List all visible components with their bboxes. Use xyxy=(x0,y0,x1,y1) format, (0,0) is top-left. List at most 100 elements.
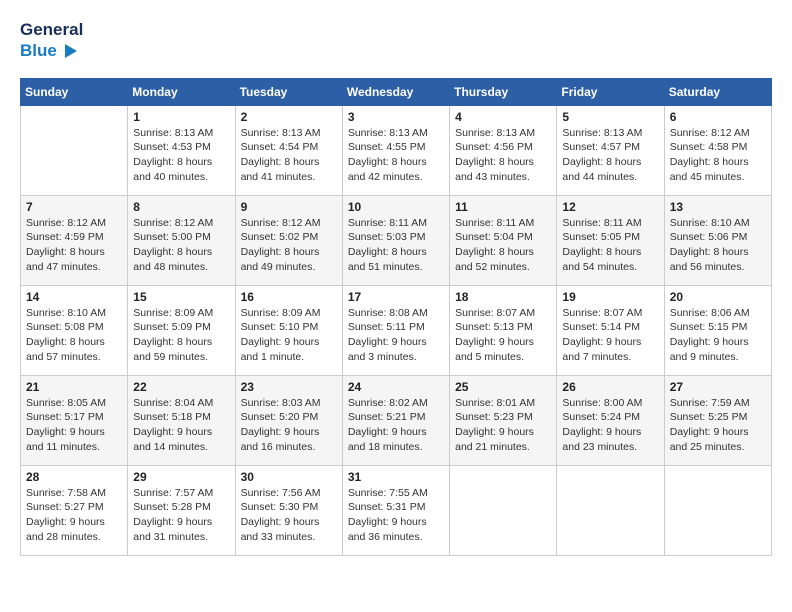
day-info: Sunrise: 8:09 AMSunset: 5:10 PMDaylight:… xyxy=(241,306,337,365)
logo-arrow-icon xyxy=(59,40,81,62)
day-number: 9 xyxy=(241,200,337,214)
calendar-cell: 15 Sunrise: 8:09 AMSunset: 5:09 PMDaylig… xyxy=(128,285,235,375)
calendar-cell: 24 Sunrise: 8:02 AMSunset: 5:21 PMDaylig… xyxy=(342,375,449,465)
day-info: Sunrise: 8:12 AMSunset: 5:02 PMDaylight:… xyxy=(241,216,337,275)
calendar-cell: 19 Sunrise: 8:07 AMSunset: 5:14 PMDaylig… xyxy=(557,285,664,375)
calendar-cell: 1 Sunrise: 8:13 AMSunset: 4:53 PMDayligh… xyxy=(128,105,235,195)
calendar-cell: 18 Sunrise: 8:07 AMSunset: 5:13 PMDaylig… xyxy=(450,285,557,375)
calendar-cell: 3 Sunrise: 8:13 AMSunset: 4:55 PMDayligh… xyxy=(342,105,449,195)
day-number: 6 xyxy=(670,110,766,124)
day-info: Sunrise: 8:00 AMSunset: 5:24 PMDaylight:… xyxy=(562,396,658,455)
day-number: 10 xyxy=(348,200,444,214)
day-info: Sunrise: 8:08 AMSunset: 5:11 PMDaylight:… xyxy=(348,306,444,365)
day-number: 11 xyxy=(455,200,551,214)
day-info: Sunrise: 8:09 AMSunset: 5:09 PMDaylight:… xyxy=(133,306,229,365)
weekday-header-sunday: Sunday xyxy=(21,78,128,105)
calendar-cell: 6 Sunrise: 8:12 AMSunset: 4:58 PMDayligh… xyxy=(664,105,771,195)
calendar-cell: 23 Sunrise: 8:03 AMSunset: 5:20 PMDaylig… xyxy=(235,375,342,465)
weekday-header-wednesday: Wednesday xyxy=(342,78,449,105)
logo: General Blue xyxy=(20,20,83,62)
day-info: Sunrise: 8:13 AMSunset: 4:56 PMDaylight:… xyxy=(455,126,551,185)
day-number: 18 xyxy=(455,290,551,304)
calendar-cell: 9 Sunrise: 8:12 AMSunset: 5:02 PMDayligh… xyxy=(235,195,342,285)
day-number: 5 xyxy=(562,110,658,124)
day-info: Sunrise: 8:02 AMSunset: 5:21 PMDaylight:… xyxy=(348,396,444,455)
day-info: Sunrise: 8:10 AMSunset: 5:08 PMDaylight:… xyxy=(26,306,122,365)
day-number: 29 xyxy=(133,470,229,484)
weekday-header-thursday: Thursday xyxy=(450,78,557,105)
day-number: 17 xyxy=(348,290,444,304)
day-info: Sunrise: 7:59 AMSunset: 5:25 PMDaylight:… xyxy=(670,396,766,455)
calendar-cell xyxy=(664,465,771,555)
calendar-cell: 26 Sunrise: 8:00 AMSunset: 5:24 PMDaylig… xyxy=(557,375,664,465)
day-info: Sunrise: 8:13 AMSunset: 4:55 PMDaylight:… xyxy=(348,126,444,185)
day-info: Sunrise: 8:13 AMSunset: 4:53 PMDaylight:… xyxy=(133,126,229,185)
day-info: Sunrise: 8:12 AMSunset: 4:58 PMDaylight:… xyxy=(670,126,766,185)
day-info: Sunrise: 8:11 AMSunset: 5:03 PMDaylight:… xyxy=(348,216,444,275)
calendar-cell: 25 Sunrise: 8:01 AMSunset: 5:23 PMDaylig… xyxy=(450,375,557,465)
day-number: 14 xyxy=(26,290,122,304)
day-number: 20 xyxy=(670,290,766,304)
calendar-cell: 28 Sunrise: 7:58 AMSunset: 5:27 PMDaylig… xyxy=(21,465,128,555)
day-number: 1 xyxy=(133,110,229,124)
day-info: Sunrise: 7:56 AMSunset: 5:30 PMDaylight:… xyxy=(241,486,337,545)
calendar-cell: 21 Sunrise: 8:05 AMSunset: 5:17 PMDaylig… xyxy=(21,375,128,465)
day-info: Sunrise: 8:04 AMSunset: 5:18 PMDaylight:… xyxy=(133,396,229,455)
day-number: 30 xyxy=(241,470,337,484)
day-number: 8 xyxy=(133,200,229,214)
calendar-cell: 22 Sunrise: 8:04 AMSunset: 5:18 PMDaylig… xyxy=(128,375,235,465)
day-number: 23 xyxy=(241,380,337,394)
calendar-cell: 27 Sunrise: 7:59 AMSunset: 5:25 PMDaylig… xyxy=(664,375,771,465)
logo-text: General Blue xyxy=(20,20,83,62)
weekday-header-monday: Monday xyxy=(128,78,235,105)
day-number: 22 xyxy=(133,380,229,394)
day-number: 24 xyxy=(348,380,444,394)
calendar-cell: 8 Sunrise: 8:12 AMSunset: 5:00 PMDayligh… xyxy=(128,195,235,285)
day-number: 19 xyxy=(562,290,658,304)
calendar-cell: 4 Sunrise: 8:13 AMSunset: 4:56 PMDayligh… xyxy=(450,105,557,195)
calendar-cell: 30 Sunrise: 7:56 AMSunset: 5:30 PMDaylig… xyxy=(235,465,342,555)
logo-line1: General xyxy=(20,20,83,40)
day-info: Sunrise: 8:07 AMSunset: 5:14 PMDaylight:… xyxy=(562,306,658,365)
calendar-cell: 5 Sunrise: 8:13 AMSunset: 4:57 PMDayligh… xyxy=(557,105,664,195)
calendar-cell: 13 Sunrise: 8:10 AMSunset: 5:06 PMDaylig… xyxy=(664,195,771,285)
day-info: Sunrise: 8:10 AMSunset: 5:06 PMDaylight:… xyxy=(670,216,766,275)
calendar-cell: 7 Sunrise: 8:12 AMSunset: 4:59 PMDayligh… xyxy=(21,195,128,285)
day-info: Sunrise: 8:11 AMSunset: 5:05 PMDaylight:… xyxy=(562,216,658,275)
day-info: Sunrise: 8:12 AMSunset: 5:00 PMDaylight:… xyxy=(133,216,229,275)
day-number: 26 xyxy=(562,380,658,394)
day-number: 27 xyxy=(670,380,766,394)
day-info: Sunrise: 8:03 AMSunset: 5:20 PMDaylight:… xyxy=(241,396,337,455)
day-number: 16 xyxy=(241,290,337,304)
day-number: 15 xyxy=(133,290,229,304)
day-number: 28 xyxy=(26,470,122,484)
day-info: Sunrise: 7:55 AMSunset: 5:31 PMDaylight:… xyxy=(348,486,444,545)
calendar-cell: 31 Sunrise: 7:55 AMSunset: 5:31 PMDaylig… xyxy=(342,465,449,555)
day-info: Sunrise: 8:06 AMSunset: 5:15 PMDaylight:… xyxy=(670,306,766,365)
calendar-cell: 29 Sunrise: 7:57 AMSunset: 5:28 PMDaylig… xyxy=(128,465,235,555)
day-info: Sunrise: 8:01 AMSunset: 5:23 PMDaylight:… xyxy=(455,396,551,455)
logo-line2: Blue xyxy=(20,40,83,62)
day-number: 12 xyxy=(562,200,658,214)
day-number: 4 xyxy=(455,110,551,124)
calendar-table: SundayMondayTuesdayWednesdayThursdayFrid… xyxy=(20,78,772,556)
day-number: 13 xyxy=(670,200,766,214)
day-number: 2 xyxy=(241,110,337,124)
weekday-header-saturday: Saturday xyxy=(664,78,771,105)
day-number: 31 xyxy=(348,470,444,484)
day-info: Sunrise: 8:05 AMSunset: 5:17 PMDaylight:… xyxy=(26,396,122,455)
calendar-cell: 2 Sunrise: 8:13 AMSunset: 4:54 PMDayligh… xyxy=(235,105,342,195)
calendar-cell: 16 Sunrise: 8:09 AMSunset: 5:10 PMDaylig… xyxy=(235,285,342,375)
calendar-cell xyxy=(557,465,664,555)
page-header: General Blue xyxy=(20,20,772,62)
day-info: Sunrise: 8:13 AMSunset: 4:54 PMDaylight:… xyxy=(241,126,337,185)
calendar-cell: 20 Sunrise: 8:06 AMSunset: 5:15 PMDaylig… xyxy=(664,285,771,375)
weekday-header-friday: Friday xyxy=(557,78,664,105)
day-number: 25 xyxy=(455,380,551,394)
calendar-cell: 10 Sunrise: 8:11 AMSunset: 5:03 PMDaylig… xyxy=(342,195,449,285)
weekday-header-tuesday: Tuesday xyxy=(235,78,342,105)
day-info: Sunrise: 8:13 AMSunset: 4:57 PMDaylight:… xyxy=(562,126,658,185)
day-info: Sunrise: 7:58 AMSunset: 5:27 PMDaylight:… xyxy=(26,486,122,545)
day-info: Sunrise: 8:11 AMSunset: 5:04 PMDaylight:… xyxy=(455,216,551,275)
day-info: Sunrise: 8:12 AMSunset: 4:59 PMDaylight:… xyxy=(26,216,122,275)
